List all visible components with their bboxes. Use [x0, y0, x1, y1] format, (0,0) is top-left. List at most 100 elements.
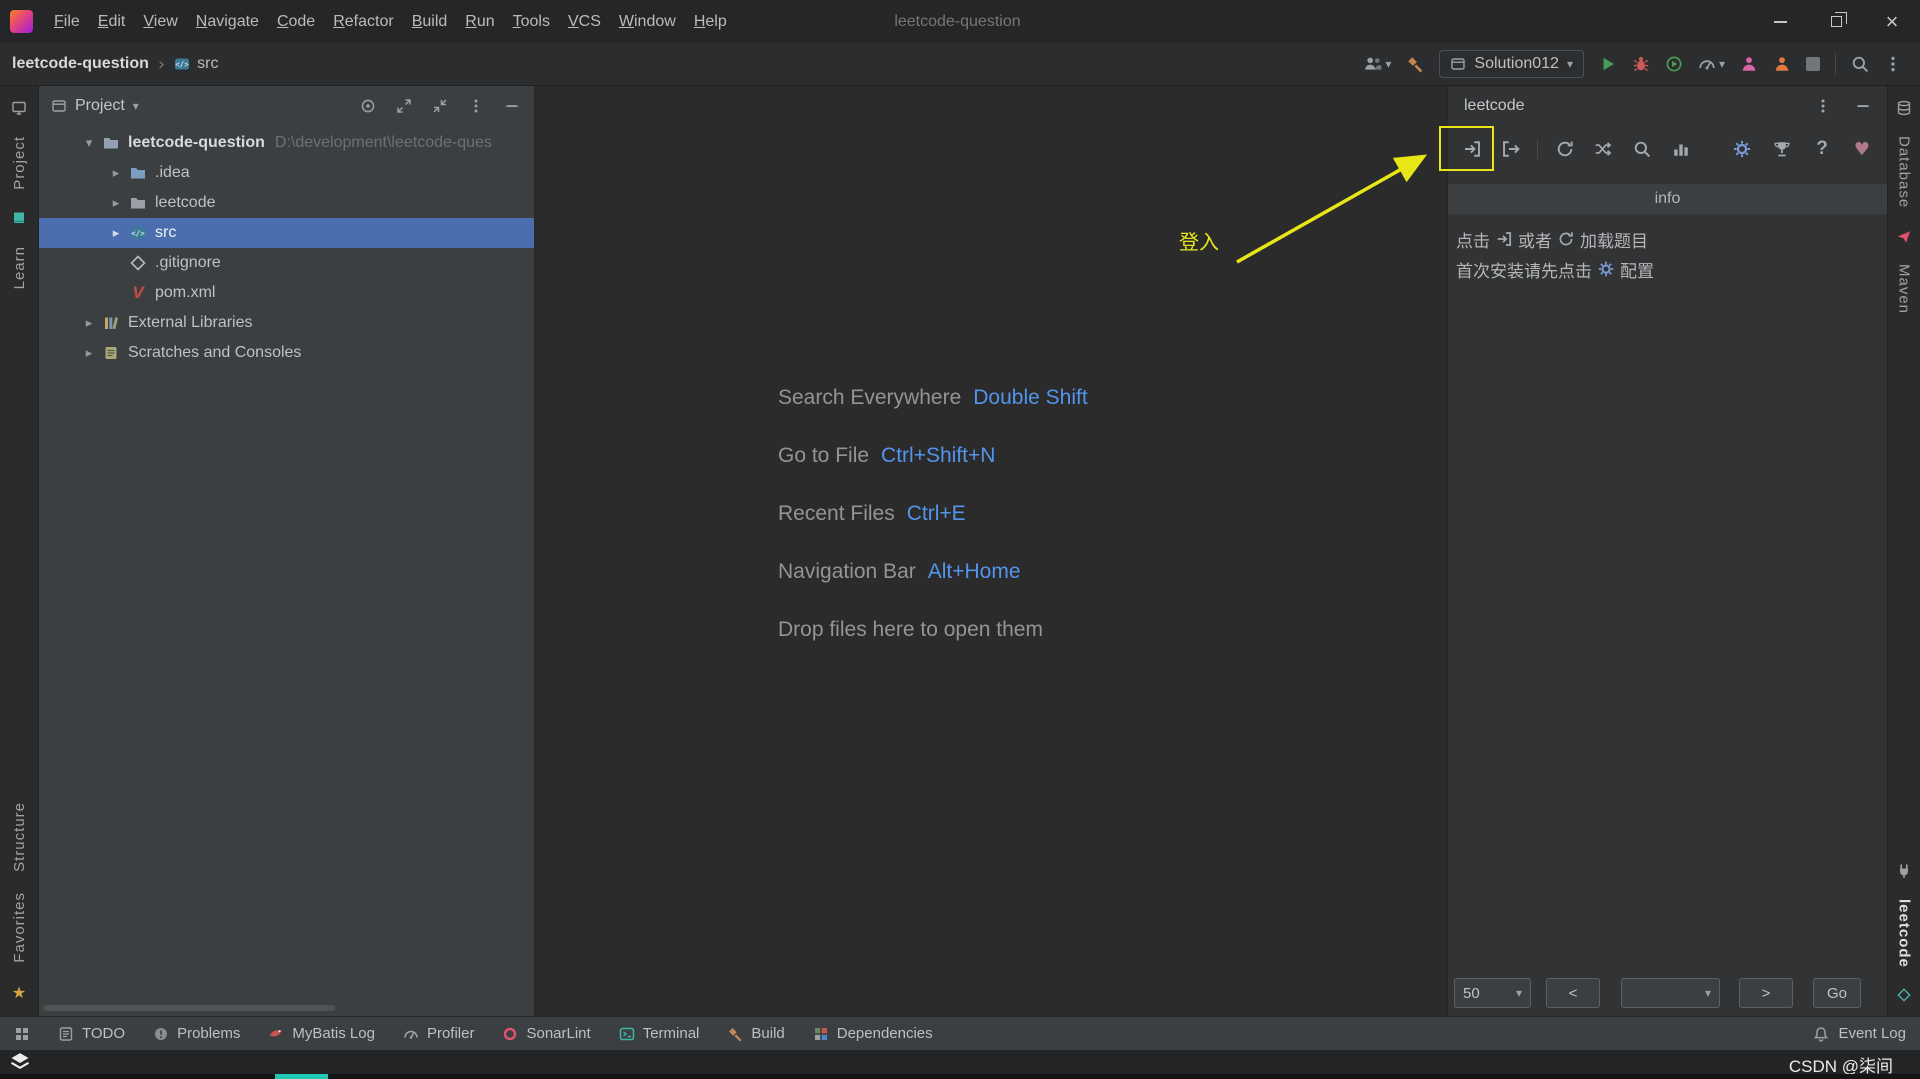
code-with-me-button[interactable]: ▾	[1364, 55, 1391, 73]
menu-view[interactable]: View	[134, 0, 186, 43]
tool-stripe-learn[interactable]: Learn	[11, 246, 28, 289]
user-pink-icon[interactable]	[1740, 55, 1758, 73]
page-number-select[interactable]: ▾	[1621, 978, 1720, 1008]
plugin-plug-icon[interactable]	[1896, 863, 1912, 879]
trophy-button[interactable]	[1765, 132, 1799, 166]
debug-button[interactable]	[1632, 55, 1650, 73]
menu-tools[interactable]: Tools	[504, 0, 559, 43]
statusbar-sonarlint[interactable]: SonarLint	[502, 1025, 591, 1042]
tool-stripe-structure[interactable]: Structure	[11, 802, 28, 872]
chevron-down-icon[interactable]: ▾	[133, 99, 139, 113]
collapse-all-icon[interactable]	[432, 98, 448, 114]
search-question-button[interactable]	[1626, 132, 1659, 166]
build-hammer-icon[interactable]	[1406, 55, 1424, 73]
hide-panel-icon[interactable]	[504, 98, 520, 114]
favorite-button[interactable]: ♥	[1845, 132, 1879, 166]
leetcode-panel-header: leetcode	[1448, 86, 1887, 126]
go-button[interactable]: Go	[1813, 978, 1861, 1008]
chevron-down-icon: ▾	[1718, 57, 1725, 71]
video-progress-track[interactable]	[0, 1074, 1920, 1079]
breadcrumb-project[interactable]: leetcode-question	[12, 55, 149, 73]
tree-row-src-selected[interactable]: ▸ src	[39, 218, 534, 248]
tree-row-root[interactable]: ▾ leetcode-question D:\development\leetc…	[39, 128, 534, 158]
tree-row-gitignore[interactable]: .gitignore	[39, 248, 534, 278]
login-button[interactable]	[1456, 132, 1489, 166]
statusbar-problems[interactable]: Problems	[153, 1025, 240, 1042]
tree-row-leetcode[interactable]: ▸ leetcode	[39, 188, 534, 218]
expand-all-icon[interactable]	[396, 98, 412, 114]
menu-build[interactable]: Build	[403, 0, 457, 43]
hide-panel-icon[interactable]	[1855, 98, 1871, 114]
help-button[interactable]: ?	[1805, 132, 1839, 166]
chevron-collapsed-icon[interactable]: ▸	[104, 166, 128, 181]
tool-stripe-project[interactable]: Project	[11, 136, 28, 190]
close-button[interactable]: ×	[1864, 0, 1920, 43]
user-orange-icon[interactable]	[1773, 55, 1791, 73]
page-size-select[interactable]: 50 ▾	[1454, 978, 1531, 1008]
statusbar-dependencies[interactable]: Dependencies	[813, 1025, 933, 1042]
locate-file-icon[interactable]	[360, 98, 376, 114]
chevron-collapsed-icon[interactable]: ▸	[104, 226, 128, 241]
minimize-button[interactable]	[1752, 0, 1808, 43]
shortcut-action: Recent Files	[778, 502, 895, 525]
run-with-coverage-button[interactable]	[1665, 55, 1683, 73]
tree-row-external-libraries[interactable]: ▸ External Libraries	[39, 308, 534, 338]
logout-button[interactable]	[1495, 132, 1528, 166]
folder-icon	[130, 195, 146, 211]
menu-navigate[interactable]: Navigate	[187, 0, 268, 43]
menu-window[interactable]: Window	[610, 0, 685, 43]
project-tool-icon[interactable]	[11, 100, 27, 116]
next-page-button[interactable]: >	[1739, 978, 1793, 1008]
menu-code[interactable]: Code	[268, 0, 324, 43]
menu-refactor[interactable]: Refactor	[324, 0, 402, 43]
left-tool-stripe: Project Learn Structure Favorites ★	[0, 86, 39, 1016]
tool-stripe-leetcode[interactable]: leetcode	[1896, 899, 1913, 968]
tool-stripe-database[interactable]: Database	[1896, 136, 1913, 208]
previous-page-button[interactable]: <	[1546, 978, 1600, 1008]
horizontal-scrollbar[interactable]	[43, 1005, 335, 1011]
tool-windows-grid-icon[interactable]	[14, 1026, 30, 1042]
settings-button[interactable]	[1725, 132, 1759, 166]
tool-stripe-maven[interactable]: Maven	[1896, 264, 1913, 314]
statusbar-event-log[interactable]: Event Log	[1813, 1025, 1906, 1042]
menu-vcs[interactable]: VCS	[559, 0, 610, 43]
maven-send-icon[interactable]	[1896, 228, 1912, 244]
panel-options-icon[interactable]	[1815, 98, 1831, 114]
project-panel-title[interactable]: Project	[75, 97, 125, 115]
statusbar-todo[interactable]: TODO	[58, 1025, 125, 1042]
login-icon	[1496, 231, 1512, 247]
favorites-star-icon[interactable]: ★	[12, 983, 26, 1002]
panel-options-icon[interactable]	[468, 98, 484, 114]
refresh-button[interactable]	[1548, 132, 1581, 166]
restore-button[interactable]	[1808, 0, 1864, 43]
chevron-collapsed-icon[interactable]: ▸	[104, 196, 128, 211]
tree-row-scratches[interactable]: ▸ Scratches and Consoles	[39, 338, 534, 368]
tree-row-idea[interactable]: ▸ .idea	[39, 158, 534, 188]
tool-stripe-favorites[interactable]: Favorites	[11, 892, 28, 963]
breadcrumb-src[interactable]: src	[174, 55, 218, 73]
database-icon[interactable]	[1896, 100, 1912, 116]
statusbar-mybatis-log[interactable]: MyBatis Log	[268, 1025, 375, 1042]
kebab-menu-icon[interactable]	[1884, 55, 1902, 73]
menu-edit[interactable]: Edit	[89, 0, 135, 43]
run-toolbar: ▾ Solution012 ▾ ▾	[1364, 50, 1908, 78]
statusbar-terminal[interactable]: Terminal	[619, 1025, 699, 1042]
chevron-expanded-icon[interactable]: ▾	[77, 136, 101, 151]
tree-row-pom[interactable]: V pom.xml	[39, 278, 534, 308]
menu-run[interactable]: Run	[456, 0, 503, 43]
learn-tool-icon[interactable]	[11, 210, 27, 226]
menu-file[interactable]: File	[45, 0, 89, 43]
run-configuration-select[interactable]: Solution012 ▾	[1439, 50, 1584, 78]
endpoints-diamond-icon[interactable]	[1897, 988, 1911, 1002]
menu-help[interactable]: Help	[685, 0, 736, 43]
statusbar-profiler[interactable]: Profiler	[403, 1025, 474, 1042]
statistics-button[interactable]	[1664, 132, 1697, 166]
chevron-down-icon: ▾	[1566, 57, 1573, 71]
random-question-button[interactable]	[1587, 132, 1620, 166]
chevron-collapsed-icon[interactable]: ▸	[77, 346, 101, 361]
search-everywhere-icon[interactable]	[1851, 55, 1869, 73]
chevron-collapsed-icon[interactable]: ▸	[77, 316, 101, 331]
profiler-button[interactable]: ▾	[1698, 55, 1725, 73]
run-button[interactable]	[1599, 55, 1617, 73]
statusbar-build[interactable]: Build	[727, 1025, 785, 1042]
